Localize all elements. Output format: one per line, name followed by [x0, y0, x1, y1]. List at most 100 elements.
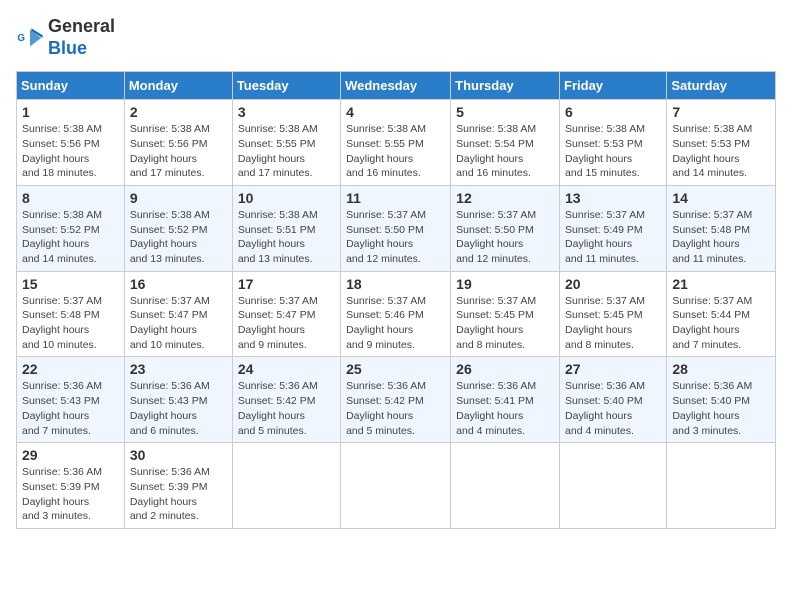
day-info: Sunrise: 5:37 AM Sunset: 5:45 PM Dayligh…	[565, 294, 661, 353]
calendar-cell: 1 Sunrise: 5:38 AM Sunset: 5:56 PM Dayli…	[17, 100, 125, 186]
calendar-cell: 3 Sunrise: 5:38 AM Sunset: 5:55 PM Dayli…	[232, 100, 340, 186]
column-header-monday: Monday	[124, 72, 232, 100]
day-info: Sunrise: 5:37 AM Sunset: 5:49 PM Dayligh…	[565, 208, 661, 267]
day-number: 7	[672, 104, 770, 120]
day-number: 9	[130, 190, 227, 206]
calendar-cell: 15 Sunrise: 5:37 AM Sunset: 5:48 PM Dayl…	[17, 271, 125, 357]
day-info: Sunrise: 5:36 AM Sunset: 5:43 PM Dayligh…	[130, 379, 227, 438]
day-number: 20	[565, 276, 661, 292]
day-number: 24	[238, 361, 335, 377]
day-info: Sunrise: 5:36 AM Sunset: 5:43 PM Dayligh…	[22, 379, 119, 438]
calendar-cell: 12 Sunrise: 5:37 AM Sunset: 5:50 PM Dayl…	[451, 185, 560, 271]
day-info: Sunrise: 5:38 AM Sunset: 5:52 PM Dayligh…	[130, 208, 227, 267]
day-number: 18	[346, 276, 445, 292]
day-number: 4	[346, 104, 445, 120]
logo: G General Blue	[16, 16, 115, 59]
calendar-cell: 11 Sunrise: 5:37 AM Sunset: 5:50 PM Dayl…	[341, 185, 451, 271]
calendar-cell: 21 Sunrise: 5:37 AM Sunset: 5:44 PM Dayl…	[667, 271, 776, 357]
day-number: 26	[456, 361, 554, 377]
day-number: 13	[565, 190, 661, 206]
calendar-header-row: SundayMondayTuesdayWednesdayThursdayFrid…	[17, 72, 776, 100]
calendar-cell	[341, 443, 451, 529]
day-info: Sunrise: 5:37 AM Sunset: 5:48 PM Dayligh…	[22, 294, 119, 353]
logo-general: General	[48, 16, 115, 36]
logo-blue: Blue	[48, 38, 87, 58]
calendar-cell	[560, 443, 667, 529]
logo-icon: G	[16, 24, 44, 52]
calendar-week-1: 1 Sunrise: 5:38 AM Sunset: 5:56 PM Dayli…	[17, 100, 776, 186]
svg-text:G: G	[17, 32, 25, 43]
column-header-saturday: Saturday	[667, 72, 776, 100]
calendar-cell: 19 Sunrise: 5:37 AM Sunset: 5:45 PM Dayl…	[451, 271, 560, 357]
day-number: 1	[22, 104, 119, 120]
day-info: Sunrise: 5:38 AM Sunset: 5:54 PM Dayligh…	[456, 122, 554, 181]
day-number: 30	[130, 447, 227, 463]
day-number: 11	[346, 190, 445, 206]
day-number: 25	[346, 361, 445, 377]
calendar-cell: 13 Sunrise: 5:37 AM Sunset: 5:49 PM Dayl…	[560, 185, 667, 271]
day-number: 17	[238, 276, 335, 292]
calendar-cell: 22 Sunrise: 5:36 AM Sunset: 5:43 PM Dayl…	[17, 357, 125, 443]
calendar-cell: 2 Sunrise: 5:38 AM Sunset: 5:56 PM Dayli…	[124, 100, 232, 186]
day-info: Sunrise: 5:37 AM Sunset: 5:50 PM Dayligh…	[456, 208, 554, 267]
day-info: Sunrise: 5:38 AM Sunset: 5:56 PM Dayligh…	[130, 122, 227, 181]
calendar-cell: 18 Sunrise: 5:37 AM Sunset: 5:46 PM Dayl…	[341, 271, 451, 357]
day-info: Sunrise: 5:36 AM Sunset: 5:41 PM Dayligh…	[456, 379, 554, 438]
calendar-cell: 6 Sunrise: 5:38 AM Sunset: 5:53 PM Dayli…	[560, 100, 667, 186]
calendar-cell: 4 Sunrise: 5:38 AM Sunset: 5:55 PM Dayli…	[341, 100, 451, 186]
day-info: Sunrise: 5:37 AM Sunset: 5:48 PM Dayligh…	[672, 208, 770, 267]
calendar-week-2: 8 Sunrise: 5:38 AM Sunset: 5:52 PM Dayli…	[17, 185, 776, 271]
calendar-cell: 25 Sunrise: 5:36 AM Sunset: 5:42 PM Dayl…	[341, 357, 451, 443]
calendar-cell: 10 Sunrise: 5:38 AM Sunset: 5:51 PM Dayl…	[232, 185, 340, 271]
day-number: 16	[130, 276, 227, 292]
column-header-sunday: Sunday	[17, 72, 125, 100]
day-info: Sunrise: 5:36 AM Sunset: 5:40 PM Dayligh…	[565, 379, 661, 438]
day-info: Sunrise: 5:37 AM Sunset: 5:50 PM Dayligh…	[346, 208, 445, 267]
calendar-cell: 23 Sunrise: 5:36 AM Sunset: 5:43 PM Dayl…	[124, 357, 232, 443]
day-number: 10	[238, 190, 335, 206]
day-info: Sunrise: 5:36 AM Sunset: 5:39 PM Dayligh…	[130, 465, 227, 524]
day-number: 21	[672, 276, 770, 292]
day-number: 29	[22, 447, 119, 463]
day-info: Sunrise: 5:36 AM Sunset: 5:42 PM Dayligh…	[238, 379, 335, 438]
calendar-cell: 26 Sunrise: 5:36 AM Sunset: 5:41 PM Dayl…	[451, 357, 560, 443]
day-info: Sunrise: 5:38 AM Sunset: 5:51 PM Dayligh…	[238, 208, 335, 267]
calendar-cell	[232, 443, 340, 529]
day-info: Sunrise: 5:38 AM Sunset: 5:53 PM Dayligh…	[565, 122, 661, 181]
calendar-cell	[451, 443, 560, 529]
calendar-cell: 17 Sunrise: 5:37 AM Sunset: 5:47 PM Dayl…	[232, 271, 340, 357]
day-number: 6	[565, 104, 661, 120]
day-info: Sunrise: 5:38 AM Sunset: 5:55 PM Dayligh…	[346, 122, 445, 181]
day-number: 5	[456, 104, 554, 120]
calendar-cell: 30 Sunrise: 5:36 AM Sunset: 5:39 PM Dayl…	[124, 443, 232, 529]
day-info: Sunrise: 5:37 AM Sunset: 5:47 PM Dayligh…	[238, 294, 335, 353]
calendar-week-3: 15 Sunrise: 5:37 AM Sunset: 5:48 PM Dayl…	[17, 271, 776, 357]
calendar-cell: 29 Sunrise: 5:36 AM Sunset: 5:39 PM Dayl…	[17, 443, 125, 529]
day-info: Sunrise: 5:38 AM Sunset: 5:56 PM Dayligh…	[22, 122, 119, 181]
day-info: Sunrise: 5:37 AM Sunset: 5:47 PM Dayligh…	[130, 294, 227, 353]
calendar-week-5: 29 Sunrise: 5:36 AM Sunset: 5:39 PM Dayl…	[17, 443, 776, 529]
calendar-cell: 9 Sunrise: 5:38 AM Sunset: 5:52 PM Dayli…	[124, 185, 232, 271]
day-info: Sunrise: 5:37 AM Sunset: 5:46 PM Dayligh…	[346, 294, 445, 353]
calendar-week-4: 22 Sunrise: 5:36 AM Sunset: 5:43 PM Dayl…	[17, 357, 776, 443]
column-header-wednesday: Wednesday	[341, 72, 451, 100]
day-number: 8	[22, 190, 119, 206]
calendar-cell: 16 Sunrise: 5:37 AM Sunset: 5:47 PM Dayl…	[124, 271, 232, 357]
day-number: 15	[22, 276, 119, 292]
day-info: Sunrise: 5:37 AM Sunset: 5:45 PM Dayligh…	[456, 294, 554, 353]
calendar-cell: 24 Sunrise: 5:36 AM Sunset: 5:42 PM Dayl…	[232, 357, 340, 443]
day-number: 23	[130, 361, 227, 377]
calendar-cell: 20 Sunrise: 5:37 AM Sunset: 5:45 PM Dayl…	[560, 271, 667, 357]
day-info: Sunrise: 5:38 AM Sunset: 5:52 PM Dayligh…	[22, 208, 119, 267]
column-header-thursday: Thursday	[451, 72, 560, 100]
day-info: Sunrise: 5:36 AM Sunset: 5:42 PM Dayligh…	[346, 379, 445, 438]
page-header: G General Blue	[16, 16, 776, 59]
day-number: 28	[672, 361, 770, 377]
day-number: 2	[130, 104, 227, 120]
day-info: Sunrise: 5:37 AM Sunset: 5:44 PM Dayligh…	[672, 294, 770, 353]
column-header-friday: Friday	[560, 72, 667, 100]
day-number: 3	[238, 104, 335, 120]
day-info: Sunrise: 5:36 AM Sunset: 5:40 PM Dayligh…	[672, 379, 770, 438]
day-number: 12	[456, 190, 554, 206]
calendar-cell: 8 Sunrise: 5:38 AM Sunset: 5:52 PM Dayli…	[17, 185, 125, 271]
